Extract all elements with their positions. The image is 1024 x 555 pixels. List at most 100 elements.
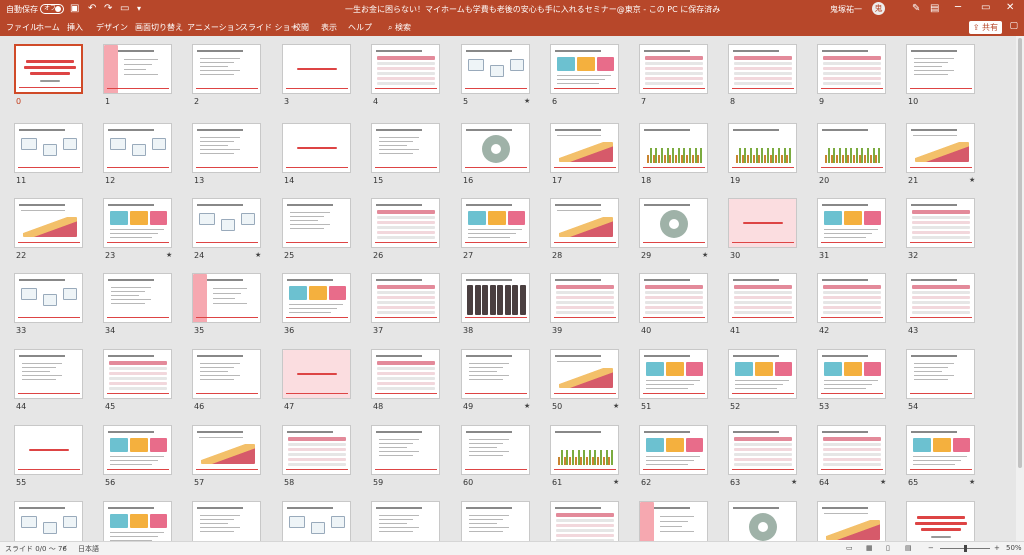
slide-thumbnail-31[interactable] xyxy=(817,198,886,248)
tab-view[interactable]: 表示 xyxy=(321,22,337,33)
customize-toolbar-icon[interactable]: ▾ xyxy=(137,3,141,14)
slide-thumbnail-25[interactable] xyxy=(282,198,351,248)
slide-thumbnail-74[interactable] xyxy=(728,501,797,541)
slide-thumbnail-46[interactable] xyxy=(192,349,261,399)
slide-thumbnail-48[interactable] xyxy=(371,349,440,399)
slide-thumbnail-56[interactable] xyxy=(103,425,172,475)
slide-thumbnail-19[interactable] xyxy=(728,123,797,173)
slide-thumbnail-43[interactable] xyxy=(906,273,975,323)
slide-thumbnail-61[interactable] xyxy=(550,425,619,475)
slide-thumbnail-7[interactable] xyxy=(639,44,708,94)
slide-thumbnail-8[interactable] xyxy=(728,44,797,94)
slide-thumbnail-20[interactable] xyxy=(817,123,886,173)
slide-thumbnail-15[interactable] xyxy=(371,123,440,173)
zoom-in-button[interactable]: + xyxy=(994,544,1000,552)
slide-thumbnail-37[interactable] xyxy=(371,273,440,323)
slide-thumbnail-3[interactable] xyxy=(282,44,351,94)
slide-thumbnail-75[interactable] xyxy=(817,501,886,541)
slide-thumbnail-18[interactable] xyxy=(639,123,708,173)
tab-design[interactable]: デザイン xyxy=(96,22,128,33)
slide-thumbnail-73[interactable] xyxy=(639,501,708,541)
search-box[interactable]: ⌕ 検索 xyxy=(388,22,411,33)
tab-home[interactable]: ホーム xyxy=(36,22,60,33)
slide-thumbnail-69[interactable] xyxy=(282,501,351,541)
slide-thumbnail-32[interactable] xyxy=(906,198,975,248)
slide-thumbnail-35[interactable] xyxy=(192,273,261,323)
slide-thumbnail-36[interactable] xyxy=(282,273,351,323)
slide-thumbnail-64[interactable] xyxy=(817,425,886,475)
slide-thumbnail-42[interactable] xyxy=(817,273,886,323)
vertical-scrollbar[interactable] xyxy=(1016,36,1024,541)
ribbon-display-icon[interactable]: ▤ xyxy=(930,3,939,14)
slide-thumbnail-39[interactable] xyxy=(550,273,619,323)
scrollbar-thumb[interactable] xyxy=(1018,38,1022,468)
slide-thumbnail-57[interactable] xyxy=(192,425,261,475)
slide-thumbnail-6[interactable] xyxy=(550,44,619,94)
slide-thumbnail-40[interactable] xyxy=(639,273,708,323)
slide-thumbnail-4[interactable] xyxy=(371,44,440,94)
slide-thumbnail-41[interactable] xyxy=(728,273,797,323)
slide-thumbnail-34[interactable] xyxy=(103,273,172,323)
slide-thumbnail-1[interactable] xyxy=(103,44,172,94)
redo-icon[interactable]: ↷ xyxy=(104,3,112,14)
slide-thumbnail-52[interactable] xyxy=(728,349,797,399)
slide-thumbnail-22[interactable] xyxy=(14,198,83,248)
slide-thumbnail-53[interactable] xyxy=(817,349,886,399)
slide-thumbnail-5[interactable] xyxy=(461,44,530,94)
share-button[interactable]: ⇪ 共有 xyxy=(968,21,1002,34)
zoom-out-button[interactable]: − xyxy=(928,544,934,552)
sorter-view-icon[interactable]: ▦ xyxy=(866,544,873,552)
slide-thumbnail-26[interactable] xyxy=(371,198,440,248)
pen-icon[interactable]: ✎ xyxy=(912,3,920,14)
slide-thumbnail-59[interactable] xyxy=(371,425,440,475)
slide-thumbnail-62[interactable] xyxy=(639,425,708,475)
normal-view-icon[interactable]: ▭ xyxy=(846,544,853,552)
tab-file[interactable]: ファイル xyxy=(6,22,38,33)
close-button[interactable]: ✕ xyxy=(1006,2,1014,14)
save-icon[interactable]: ▣ xyxy=(70,3,79,14)
slide-thumbnail-55[interactable] xyxy=(14,425,83,475)
zoom-slider-thumb[interactable] xyxy=(964,545,967,552)
slide-thumbnail-9[interactable] xyxy=(817,44,886,94)
slide-thumbnail-17[interactable] xyxy=(550,123,619,173)
slide-thumbnail-68[interactable] xyxy=(192,501,261,541)
slide-thumbnail-49[interactable] xyxy=(461,349,530,399)
slide-thumbnail-27[interactable] xyxy=(461,198,530,248)
minimize-button[interactable]: ─ xyxy=(955,2,961,14)
slide-thumbnail-51[interactable] xyxy=(639,349,708,399)
slide-thumbnail-23[interactable] xyxy=(103,198,172,248)
tab-help[interactable]: ヘルプ xyxy=(348,22,372,33)
slide-thumbnail-21[interactable] xyxy=(906,123,975,173)
slideshow-view-icon[interactable]: ▤ xyxy=(905,544,912,552)
tab-insert[interactable]: 挿入 xyxy=(67,22,83,33)
slide-thumbnail-63[interactable] xyxy=(728,425,797,475)
restore-button[interactable]: ▭ xyxy=(981,2,990,14)
slide-thumbnail-2[interactable] xyxy=(192,44,261,94)
tab-review[interactable]: 校閲 xyxy=(293,22,309,33)
slide-thumbnail-30[interactable] xyxy=(728,198,797,248)
user-name[interactable]: 鬼塚祐一 xyxy=(830,4,862,15)
language-status[interactable]: 日本語 xyxy=(78,544,99,554)
slide-thumbnail-76[interactable] xyxy=(906,501,975,541)
slide-thumbnail-71[interactable] xyxy=(461,501,530,541)
undo-icon[interactable]: ↶ xyxy=(88,3,96,14)
slide-thumbnail-33[interactable] xyxy=(14,273,83,323)
slide-thumbnail-16[interactable] xyxy=(461,123,530,173)
slide-thumbnail-13[interactable] xyxy=(192,123,261,173)
slide-thumbnail-47[interactable] xyxy=(282,349,351,399)
slide-thumbnail-60[interactable] xyxy=(461,425,530,475)
tab-transitions[interactable]: 画面切り替え xyxy=(135,22,183,33)
slide-thumbnail-10[interactable] xyxy=(906,44,975,94)
slide-thumbnail-45[interactable] xyxy=(103,349,172,399)
tab-slideshow[interactable]: スライド ショー xyxy=(240,22,299,33)
slide-thumbnail-12[interactable] xyxy=(103,123,172,173)
slide-thumbnail-11[interactable] xyxy=(14,123,83,173)
slide-thumbnail-44[interactable] xyxy=(14,349,83,399)
reading-view-icon[interactable]: ▯ xyxy=(886,544,890,552)
slide-thumbnail-66[interactable] xyxy=(14,501,83,541)
tab-animations[interactable]: アニメーション xyxy=(187,22,243,33)
slide-thumbnail-50[interactable] xyxy=(550,349,619,399)
comments-icon[interactable]: ▢ xyxy=(1009,21,1018,31)
slide-thumbnail-72[interactable] xyxy=(550,501,619,541)
slide-thumbnail-70[interactable] xyxy=(371,501,440,541)
